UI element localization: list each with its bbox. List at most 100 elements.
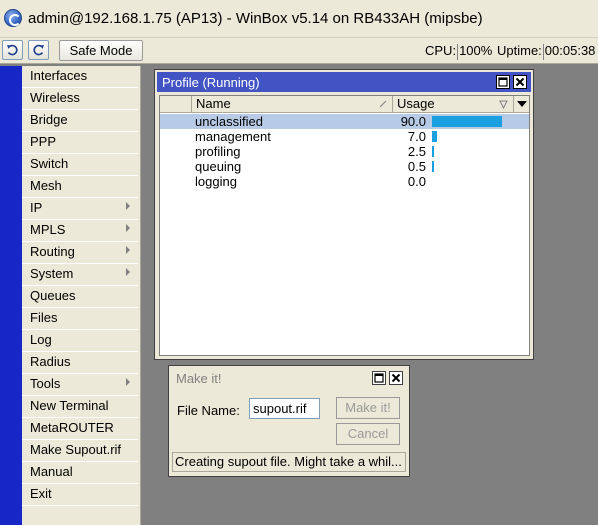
table-header: Name Usage — [160, 96, 529, 113]
sidebar-item-mesh[interactable]: Mesh — [22, 176, 138, 198]
table-row[interactable]: unclassified 90.0 — [160, 114, 529, 129]
sidebar-item-system[interactable]: System — [22, 264, 138, 286]
file-name-input[interactable] — [249, 398, 320, 419]
sidebar-item-label: MetaROUTER — [30, 420, 114, 435]
submenu-arrow-icon — [126, 268, 130, 276]
close-icon — [391, 373, 401, 383]
table-row[interactable]: queuing 0.5 — [160, 159, 529, 174]
table-row[interactable]: profiling 2.5 — [160, 144, 529, 159]
cpu-label: CPU: — [425, 43, 457, 58]
sidebar-item-routing[interactable]: Routing — [22, 242, 138, 264]
toolbar: Safe Mode CPU: 100% Uptime: 00:05:38 — [0, 38, 598, 64]
safe-mode-button[interactable]: Safe Mode — [59, 40, 143, 61]
sidebar-item-label: Queues — [30, 288, 76, 303]
make-it-status: Creating supout file. Might take a whil.… — [172, 452, 406, 472]
row-usage: 0.0 — [407, 174, 426, 189]
make-it-window-title-bar[interactable]: Make it! — [171, 368, 407, 388]
sidebar-item-log[interactable]: Log — [22, 330, 138, 352]
make-it-window: Make it! File Name: Make it! Cancel Crea… — [168, 365, 410, 477]
cpu-value: 100% — [459, 43, 493, 58]
sidebar-item-tools[interactable]: Tools — [22, 374, 138, 396]
sidebar-item-make-supout-rif[interactable]: Make Supout.rif — [22, 440, 138, 462]
sidebar-item-manual[interactable]: Manual — [22, 462, 138, 484]
sidebar-item-queues[interactable]: Queues — [22, 286, 138, 308]
file-name-label: File Name: — [177, 403, 240, 418]
undo-icon — [7, 44, 18, 56]
maximize-button[interactable] — [496, 75, 510, 89]
sidebar-item-label: Interfaces — [30, 68, 88, 83]
redo-button[interactable] — [28, 40, 49, 60]
row-usage: 0.5 — [407, 159, 426, 174]
sidebar-item-label: PPP — [30, 134, 57, 149]
title-bar: admin@192.168.1.75 (AP13) - WinBox v5.14… — [0, 0, 598, 38]
sidebar-item-exit[interactable]: Exit — [22, 484, 138, 506]
dropdown-arrow-icon — [517, 101, 527, 107]
row-name: logging — [195, 174, 237, 189]
sidebar-item-label: Wireless — [30, 90, 80, 105]
row-name: profiling — [195, 144, 241, 159]
sidebar-item-bridge[interactable]: Bridge — [22, 110, 138, 132]
sidebar-item-label: Files — [30, 310, 58, 325]
sidebar-item-switch[interactable]: Switch — [22, 154, 138, 176]
row-name: management — [195, 129, 271, 144]
column-header-usage[interactable]: Usage — [393, 96, 514, 113]
sidebar-item-label: New Terminal — [30, 398, 109, 413]
close-icon — [515, 77, 525, 87]
table-row[interactable]: logging 0.0 — [160, 174, 529, 189]
usage-bar — [432, 131, 437, 142]
sidebar-item-label: MPLS — [30, 222, 66, 237]
sidebar-item-radius[interactable]: Radius — [22, 352, 138, 374]
sidebar-item-interfaces[interactable]: Interfaces — [22, 66, 138, 88]
sidebar-item-label: System — [30, 266, 74, 281]
maximize-icon — [498, 77, 508, 87]
cancel-button[interactable]: Cancel — [336, 423, 400, 445]
maximize-button[interactable] — [372, 371, 386, 385]
make-it-window-title: Make it! — [176, 371, 222, 386]
column-header-name[interactable]: Name — [192, 96, 393, 113]
submenu-arrow-icon — [126, 224, 130, 232]
sidebar-item-metarouter[interactable]: MetaROUTER — [22, 418, 138, 440]
submenu-arrow-icon — [126, 246, 130, 254]
sidebar-item-mpls[interactable]: MPLS — [22, 220, 138, 242]
sidebar-item-label: Make Supout.rif — [30, 442, 122, 457]
sidebar-item-label: Bridge — [30, 112, 68, 127]
close-button[interactable] — [513, 75, 527, 89]
row-usage: 90.0 — [400, 114, 426, 129]
sidebar-item-ip[interactable]: IP — [22, 198, 138, 220]
close-button[interactable] — [389, 371, 403, 385]
column-chooser-button[interactable] — [514, 96, 529, 113]
sidebar-item-new-terminal[interactable]: New Terminal — [22, 396, 138, 418]
submenu-arrow-icon — [126, 378, 130, 386]
status-separator — [542, 43, 544, 60]
sidebar-item-files[interactable]: Files — [22, 308, 138, 330]
row-name: unclassified — [195, 114, 263, 129]
profile-window-title-bar[interactable]: Profile (Running) — [157, 72, 531, 92]
redo-icon — [33, 44, 44, 56]
winbox-side-bar — [0, 66, 22, 525]
main-menu: Interfaces Wireless Bridge PPP Switch Mesh IP M… — [22, 66, 141, 525]
header-marker-column — [160, 96, 192, 113]
usage-bar — [432, 161, 434, 172]
cpu-status: CPU: 100% — [425, 43, 492, 60]
profile-window-title: Profile (Running) — [162, 75, 260, 90]
uptime-label: Uptime: — [497, 43, 542, 58]
uptime-value: 00:05:38 — [544, 43, 596, 58]
status-separator — [457, 43, 459, 60]
usage-bar — [432, 116, 502, 127]
submenu-arrow-icon — [126, 202, 130, 210]
make-it-button[interactable]: Make it! — [336, 397, 400, 419]
table-row[interactable]: management 7.0 — [160, 129, 529, 144]
sort-descending-icon — [499, 100, 508, 109]
sidebar-item-label: IP — [30, 200, 43, 215]
row-usage: 7.0 — [407, 129, 426, 144]
usage-bar — [432, 146, 434, 157]
profile-window: Profile (Running) Name Usage unclassifie… — [154, 69, 534, 360]
column-header-name-label: Name — [196, 96, 231, 111]
sidebar-item-ppp[interactable]: PPP — [22, 132, 138, 154]
sidebar-item-label: Radius — [30, 354, 71, 369]
sidebar-item-wireless[interactable]: Wireless — [22, 88, 138, 110]
row-usage: 2.5 — [407, 144, 426, 159]
maximize-icon — [374, 373, 384, 383]
undo-button[interactable] — [2, 40, 23, 60]
column-header-usage-label: Usage — [397, 96, 435, 111]
